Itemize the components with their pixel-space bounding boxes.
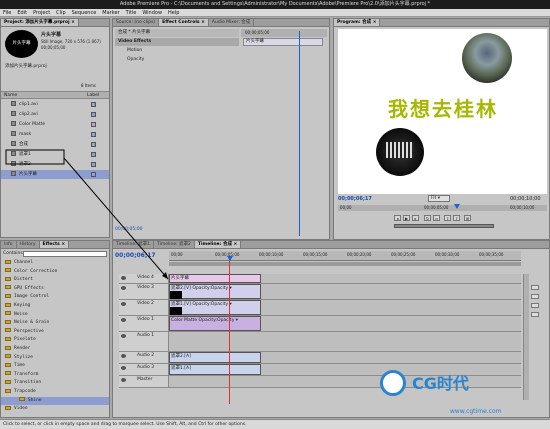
watermark-url: www.cgtime.com [450,408,502,415]
watermark-brand: CG时代 [412,374,469,393]
premiere-window: Adobe Premiere Pro - C:\Documents and Se… [0,0,550,429]
cg-logo-icon [380,370,406,396]
status-bar: Click to select, or click in empty space… [0,419,550,429]
annotation-arrow-overlay [5,149,169,280]
highlight-box [5,149,65,165]
arrow-line [63,157,169,280]
